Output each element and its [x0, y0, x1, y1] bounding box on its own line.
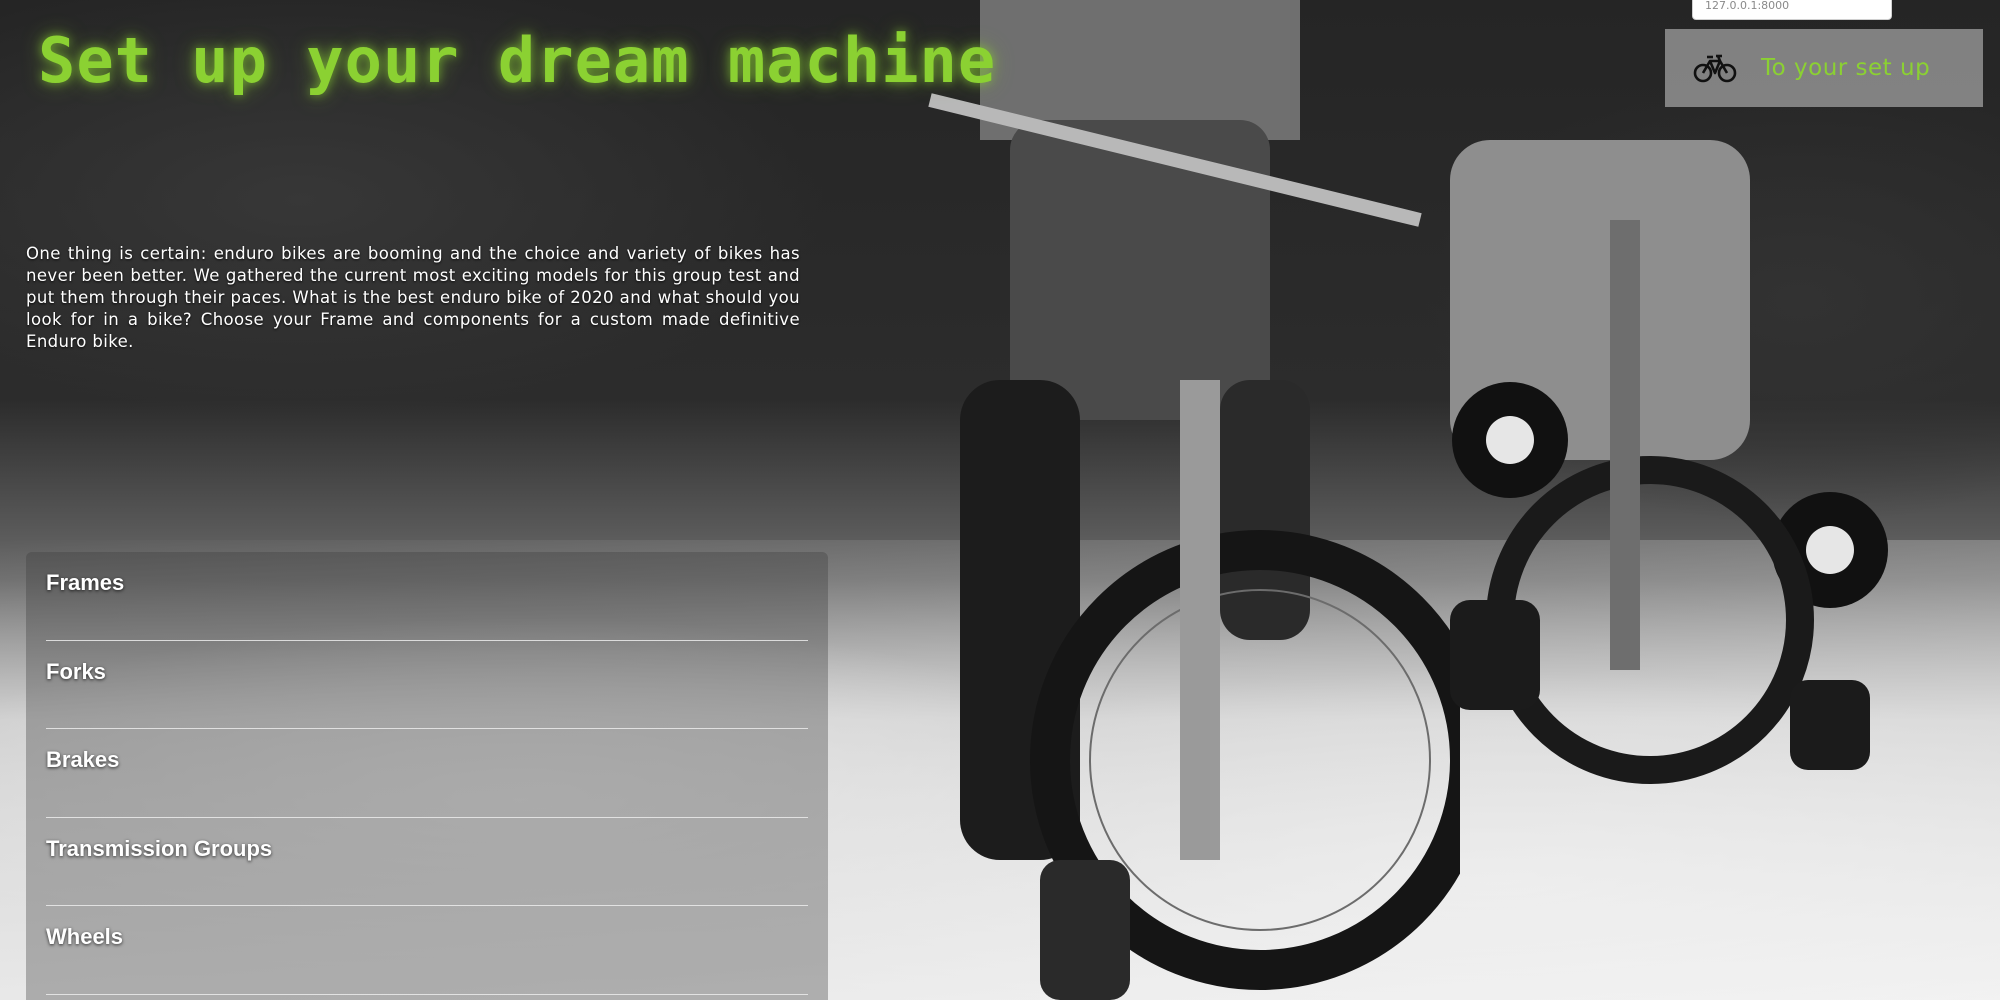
intro-paragraph: One thing is certain: enduro bikes are b…: [26, 244, 800, 351]
category-item-brakes[interactable]: Brakes: [46, 729, 808, 818]
category-label: Forks: [46, 658, 106, 684]
to-your-setup-button[interactable]: To your set up: [1665, 29, 1983, 107]
category-item-forks[interactable]: Forks: [46, 641, 808, 729]
address-input[interactable]: 127.0.0.1:8000: [1692, 0, 1892, 20]
category-label: Transmission Groups: [46, 835, 273, 861]
category-item-wheels[interactable]: Wheels: [46, 906, 808, 995]
category-item-transmission-groups[interactable]: Transmission Groups: [46, 818, 808, 906]
category-label: Brakes: [46, 747, 120, 772]
rider-illustration-front: [900, 0, 1460, 1000]
rider-illustration-back: [1430, 80, 1910, 840]
category-item-frames[interactable]: Frames: [46, 552, 808, 641]
setup-button-label: To your set up: [1761, 55, 1931, 81]
bicycle-icon: [1693, 54, 1737, 83]
category-label: Wheels: [46, 924, 124, 949]
category-label: Frames: [46, 570, 125, 595]
page: Set up your dream machine One thing is c…: [0, 0, 2000, 1000]
page-title: Set up your dream machine: [38, 24, 997, 97]
component-category-menu: Frames Forks Brakes Transmission Groups …: [26, 552, 828, 1000]
